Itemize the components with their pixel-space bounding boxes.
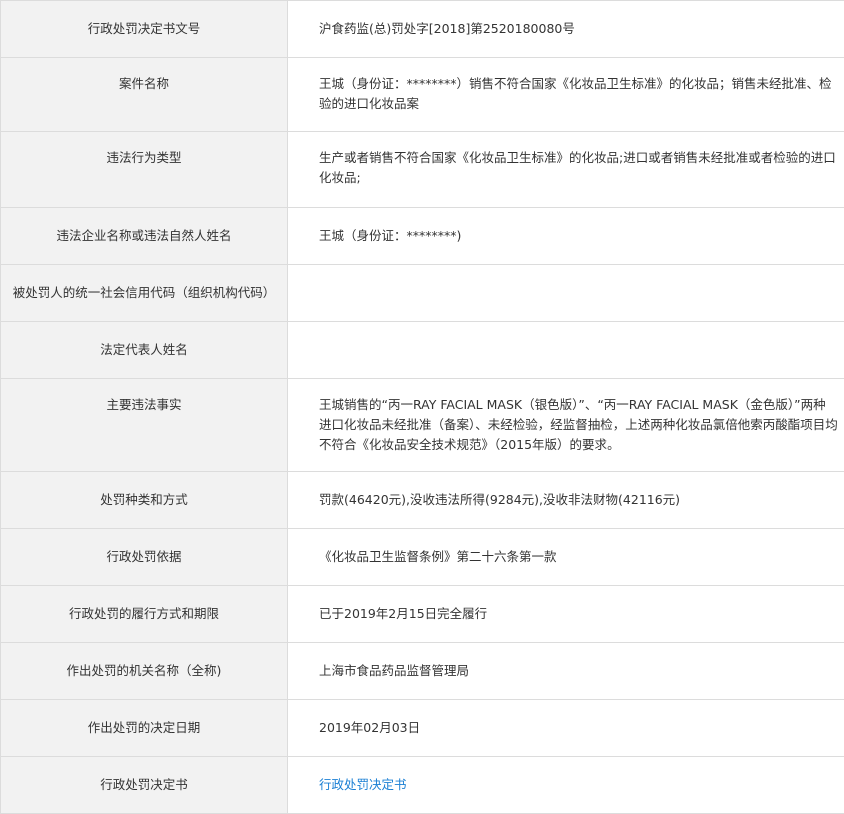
case-name-value: 王城（身份证：********）销售不符合国家《化妆品卫生标准》的化妆品；销售未… <box>288 58 844 132</box>
legal-representative-value <box>288 322 844 379</box>
table-row: 行政处罚依据 《化妆品卫生监督条例》第二十六条第一款 <box>1 529 844 586</box>
table-row: 被处罚人的统一社会信用代码（组织机构代码） <box>1 265 844 322</box>
row-label: 行政处罚依据 <box>1 529 288 586</box>
violator-name-value: 王城（身份证：********) <box>288 208 844 265</box>
table-row: 法定代表人姓名 <box>1 322 844 379</box>
row-label: 法定代表人姓名 <box>1 322 288 379</box>
table-row: 作出处罚的决定日期 2019年02月03日 <box>1 700 844 757</box>
table-row: 处罚种类和方式 罚款(46420元),没收违法所得(9284元),没收非法财物(… <box>1 472 844 529</box>
decision-document-link[interactable]: 行政处罚决定书 <box>319 777 407 792</box>
table-row: 违法行为类型 生产或者销售不符合国家《化妆品卫生标准》的化妆品;进口或者销售未经… <box>1 132 844 208</box>
row-label: 处罚种类和方式 <box>1 472 288 529</box>
decision-document-cell: 行政处罚决定书 <box>288 757 844 814</box>
table-row: 主要违法事实 王城销售的“丙一RAY FACIAL MASK（银色版）”、“丙一… <box>1 379 844 472</box>
penalty-basis-value: 《化妆品卫生监督条例》第二十六条第一款 <box>288 529 844 586</box>
row-label: 主要违法事实 <box>1 379 288 472</box>
row-label: 违法企业名称或违法自然人姓名 <box>1 208 288 265</box>
credit-code-value <box>288 265 844 322</box>
row-label: 作出处罚的决定日期 <box>1 700 288 757</box>
penalty-info-table: 行政处罚决定书文号 沪食药监(总)罚处字[2018]第2520180080号 案… <box>0 0 844 814</box>
decision-number-value: 沪食药监(总)罚处字[2018]第2520180080号 <box>288 1 844 58</box>
row-label: 作出处罚的机关名称（全称) <box>1 643 288 700</box>
row-label: 违法行为类型 <box>1 132 288 208</box>
table-row: 行政处罚决定书 行政处罚决定书 <box>1 757 844 814</box>
row-label: 行政处罚决定书 <box>1 757 288 814</box>
table-row: 行政处罚决定书文号 沪食药监(总)罚处字[2018]第2520180080号 <box>1 1 844 58</box>
violation-facts-value: 王城销售的“丙一RAY FACIAL MASK（银色版）”、“丙一RAY FAC… <box>288 379 844 472</box>
decision-date-value: 2019年02月03日 <box>288 700 844 757</box>
row-label: 行政处罚的履行方式和期限 <box>1 586 288 643</box>
fulfillment-value: 已于2019年2月15日完全履行 <box>288 586 844 643</box>
authority-name-value: 上海市食品药品监督管理局 <box>288 643 844 700</box>
row-label: 案件名称 <box>1 58 288 132</box>
penalty-type-value: 罚款(46420元),没收违法所得(9284元),没收非法财物(42116元) <box>288 472 844 529</box>
row-label: 行政处罚决定书文号 <box>1 1 288 58</box>
table-row: 案件名称 王城（身份证：********）销售不符合国家《化妆品卫生标准》的化妆… <box>1 58 844 132</box>
violation-type-value: 生产或者销售不符合国家《化妆品卫生标准》的化妆品;进口或者销售未经批准或者检验的… <box>288 132 844 208</box>
table-row: 作出处罚的机关名称（全称) 上海市食品药品监督管理局 <box>1 643 844 700</box>
table-row: 违法企业名称或违法自然人姓名 王城（身份证：********) <box>1 208 844 265</box>
table-row: 行政处罚的履行方式和期限 已于2019年2月15日完全履行 <box>1 586 844 643</box>
row-label: 被处罚人的统一社会信用代码（组织机构代码） <box>1 265 288 322</box>
